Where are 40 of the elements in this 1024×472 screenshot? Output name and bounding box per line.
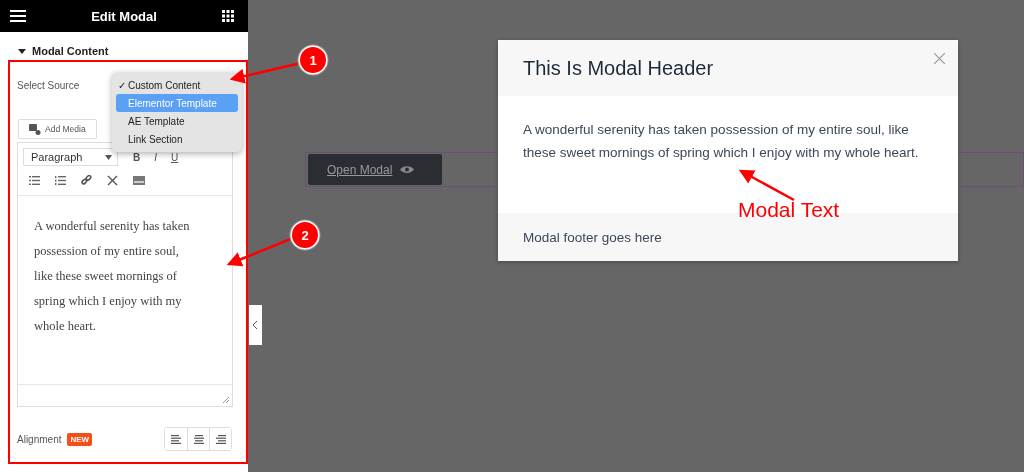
media-icon: [29, 123, 41, 135]
resize-handle-icon[interactable]: [223, 397, 229, 403]
dropdown-option[interactable]: Link Section: [116, 130, 238, 148]
grid-icon[interactable]: [222, 10, 234, 22]
format-dropdown[interactable]: Paragraph: [23, 148, 118, 166]
close-icon[interactable]: [934, 53, 945, 64]
modal-footer-text: Modal footer goes here: [523, 229, 662, 245]
add-media-button[interactable]: Add Media: [18, 119, 97, 139]
editor-text[interactable]: A wonderful serenity has taken possession of my entire soul, like these sweet mornings of spring which I enjoy with my whole heart.: [18, 196, 232, 384]
annotation-arrow: [738, 169, 795, 202]
align-icon: [215, 434, 226, 444]
open-modal-button[interactable]: Open Modal: [308, 154, 442, 185]
format-button[interactable]: I: [151, 151, 160, 163]
caret-icon: [105, 154, 112, 160]
dropdown-option[interactable]: AE Template: [116, 112, 238, 130]
section-title[interactable]: Modal Content: [32, 45, 109, 57]
align-button[interactable]: [209, 428, 231, 450]
step-number-badge: 2: [292, 222, 318, 248]
bullet-list-icon[interactable]: [29, 175, 40, 185]
caret-icon[interactable]: [18, 48, 26, 54]
modal-body-text: A wonderful serenity has taken possession of my entire soul, like these sweet mornings of spring which I enjoy with my whole heart.: [523, 121, 920, 162]
modal-header: This Is Modal Header: [523, 56, 714, 80]
align-icon: [171, 434, 181, 444]
menu-icon[interactable]: [10, 10, 26, 22]
fullscreen-icon[interactable]: [107, 174, 118, 186]
field-label: Select Source: [17, 80, 80, 91]
step-number-badge: 1: [300, 47, 326, 73]
callout-label: Modal Text: [738, 198, 840, 222]
link-icon[interactable]: [81, 174, 92, 186]
keyboard-icon[interactable]: [133, 175, 145, 185]
dropdown-option[interactable]: ✓ Custom Content: [116, 76, 238, 94]
panel-title: Edit Modal: [91, 8, 157, 24]
new-badge: NEW: [67, 432, 93, 446]
format-button[interactable]: B: [130, 151, 144, 163]
chevron-icon: [253, 321, 258, 329]
align-icon: [193, 434, 204, 444]
field-label: Alignment: [17, 433, 62, 445]
format-button[interactable]: U: [168, 151, 182, 163]
numbered-list-icon[interactable]: [55, 175, 66, 185]
eye-icon: [400, 165, 415, 174]
